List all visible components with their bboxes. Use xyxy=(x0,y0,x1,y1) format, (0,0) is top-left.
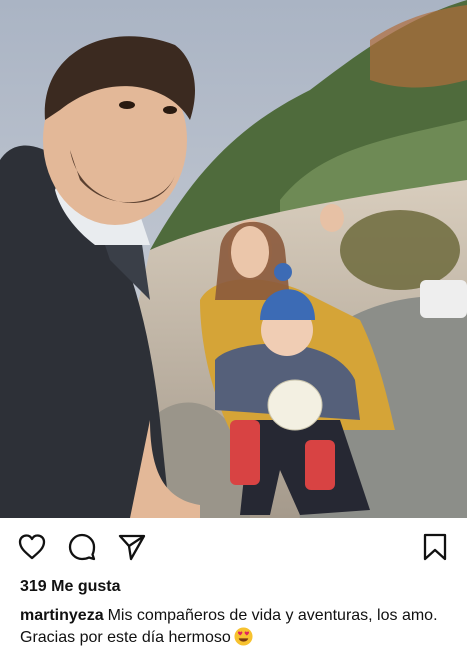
caption-username[interactable]: martinyeza xyxy=(20,607,104,624)
bookmark-icon[interactable] xyxy=(420,532,450,562)
heart-eyes-emoji-icon xyxy=(234,627,253,646)
heart-icon[interactable] xyxy=(17,532,47,562)
comment-icon[interactable] xyxy=(67,532,97,562)
post-action-bar xyxy=(0,518,467,574)
post-photo-illustration xyxy=(0,0,467,518)
caption: martinyeza Mis compañeros de vida y avent… xyxy=(20,605,450,649)
send-icon[interactable] xyxy=(117,532,147,562)
likes-count[interactable]: 319 Me gusta xyxy=(20,578,120,596)
post-photo[interactable] xyxy=(0,0,467,518)
